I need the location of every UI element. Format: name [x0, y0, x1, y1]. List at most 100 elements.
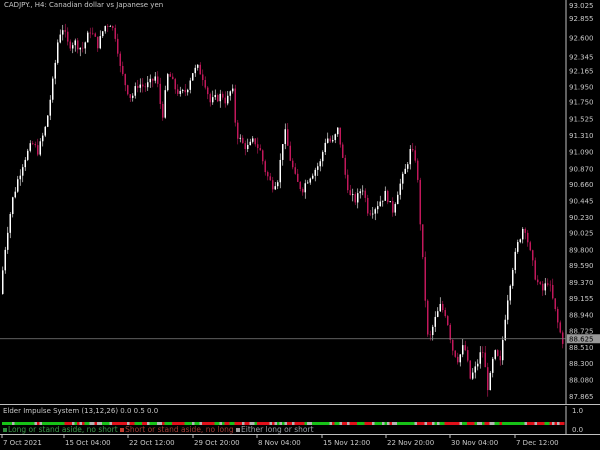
- candle-body: [257, 144, 259, 149]
- candle-body: [209, 94, 211, 103]
- candle-body: [129, 94, 131, 98]
- current-price-label: 88.625: [569, 335, 594, 343]
- chart-window[interactable]: 93.025 92.855 92.600 92.345 92.165 91.950 91.7…: [0, 0, 600, 450]
- indicator-scale-top: 1.0: [572, 407, 583, 415]
- candle-body: [182, 90, 184, 91]
- impulse-bar: [469, 422, 472, 425]
- legend-item-long: Long or stand aside, no short: [3, 425, 118, 434]
- impulse-bar: [327, 422, 330, 425]
- candle-body: [364, 190, 366, 198]
- impulse-bar: [494, 422, 497, 425]
- impulse-bar: [424, 422, 427, 425]
- price-axis-label: 93.025: [569, 2, 594, 10]
- candle-body: [274, 186, 276, 190]
- candle-body: [324, 142, 326, 153]
- candle-body: [482, 352, 484, 353]
- candle-body: [492, 358, 494, 373]
- impulse-bar: [429, 422, 432, 425]
- candle-body: [164, 90, 166, 118]
- impulse-bar: [509, 422, 512, 425]
- impulse-bar: [414, 422, 417, 425]
- time-axis-label: 7 Dec 12:00: [516, 439, 559, 447]
- impulse-bar: [422, 422, 425, 425]
- candle-body: [384, 190, 386, 201]
- impulse-bar: [339, 422, 342, 425]
- candle-body: [187, 89, 189, 93]
- candle-body: [192, 73, 194, 81]
- candle-body: [329, 138, 331, 142]
- time-axis-label: 29 Oct 20:00: [194, 439, 240, 447]
- candle-body: [377, 206, 379, 210]
- candle-body: [432, 326, 434, 336]
- candle-body: [254, 138, 256, 145]
- candle-body: [134, 86, 136, 96]
- impulse-bar: [322, 422, 325, 425]
- indicator-title: Elder Impulse System (13,12,26) 0.0 0.5 …: [3, 407, 159, 415]
- candle-body: [19, 175, 21, 180]
- price-chart[interactable]: 93.025 92.855 92.600 92.345 92.165 91.950 91.7…: [0, 0, 600, 405]
- time-axis-label: 8 Nov 04:00: [258, 439, 301, 447]
- candle-body: [539, 282, 541, 284]
- candle-body: [52, 78, 54, 100]
- candle-body: [392, 201, 394, 213]
- candle-body: [74, 40, 76, 46]
- candle-body: [297, 173, 299, 182]
- candle-body: [402, 173, 404, 184]
- candle-body: [137, 86, 139, 88]
- impulse-bar: [474, 422, 477, 425]
- candle-body: [519, 239, 521, 243]
- candle-body: [117, 38, 119, 54]
- impulse-bar: [347, 422, 350, 425]
- candle-body: [189, 80, 191, 90]
- candle-body: [67, 31, 69, 42]
- impulse-bar: [534, 422, 537, 425]
- candle-body: [334, 134, 336, 141]
- impulse-bar: [392, 422, 395, 425]
- impulse-bar: [379, 422, 382, 425]
- candle-body: [352, 194, 354, 195]
- candle-body: [502, 339, 504, 361]
- price-axis-label: 92.600: [569, 34, 594, 42]
- candle-body: [87, 32, 89, 43]
- candle-body: [509, 285, 511, 301]
- impulse-bar: [334, 422, 337, 425]
- impulse-bar: [514, 422, 517, 425]
- candle-body: [32, 143, 34, 145]
- candle-body: [429, 334, 431, 336]
- legend-label-long: Long or stand aside, no short: [8, 425, 118, 434]
- candle-body: [389, 201, 391, 203]
- candle-body: [544, 283, 546, 291]
- price-axis-label: 91.310: [569, 132, 594, 140]
- impulse-bar: [479, 422, 482, 425]
- candle-body: [97, 36, 99, 49]
- candle-body: [59, 34, 61, 43]
- price-axis-label: 88.300: [569, 360, 594, 368]
- candle-body: [154, 76, 156, 81]
- candle-body: [337, 127, 339, 135]
- legend-label-either: Either long or short: [241, 425, 314, 434]
- price-axis-label: 91.090: [569, 149, 594, 157]
- impulse-bar: [459, 422, 462, 425]
- impulse-bar: [482, 422, 485, 425]
- candle-body: [387, 190, 389, 203]
- candle-body: [147, 82, 149, 88]
- candle-body: [29, 143, 31, 151]
- time-axis-label: 22 Nov 20:00: [387, 439, 434, 447]
- candle-body: [139, 84, 141, 88]
- impulse-bar: [549, 422, 552, 425]
- candle-body: [247, 144, 249, 149]
- candle-body: [267, 172, 269, 177]
- candle-body: [42, 135, 44, 142]
- price-axis-label: 90.025: [569, 229, 594, 237]
- candle-body: [437, 311, 439, 317]
- impulse-bar: [369, 422, 372, 425]
- candle-body: [367, 197, 369, 214]
- candle-body: [199, 64, 201, 75]
- impulse-bar: [499, 422, 502, 425]
- candle-body: [224, 97, 226, 104]
- time-axis-label: 7 Oct 2021: [3, 439, 42, 447]
- candle-body: [204, 80, 206, 88]
- price-axis-label: 90.870: [569, 165, 594, 173]
- impulse-bar: [432, 422, 435, 425]
- impulse-bar: [437, 422, 440, 425]
